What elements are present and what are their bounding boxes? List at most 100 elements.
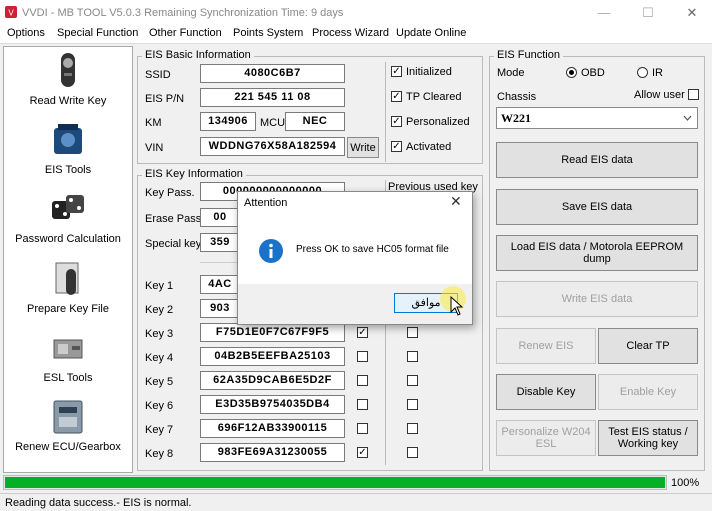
dialog-footer: موافق	[238, 284, 472, 324]
erase-pass-label: Erase Pass.	[145, 213, 205, 225]
special-key-label: Special key	[145, 238, 202, 250]
nav-read-write-key[interactable]: Read Write Key	[4, 51, 132, 119]
key-4-prev-checkbox[interactable]	[407, 351, 418, 362]
key-8-field[interactable]: 983FE69A31230055	[200, 443, 345, 462]
key-7-used-checkbox[interactable]	[357, 423, 368, 434]
ecu-board-icon	[53, 400, 83, 434]
tp-cleared-label: TP Cleared	[406, 91, 462, 103]
nav-renew-ecu-gearbox[interactable]: Renew ECU/Gearbox	[4, 397, 132, 465]
save-eis-button[interactable]: Save EIS data	[496, 189, 698, 225]
mcu-field[interactable]: NEC	[285, 112, 345, 131]
eis-pn-field[interactable]: 221 545 11 08	[200, 88, 345, 107]
load-eis-button[interactable]: Load EIS data / Motorola EEPROM dump	[496, 235, 698, 271]
minimize-button[interactable]: —	[584, 2, 624, 24]
obd-label: OBD	[581, 67, 605, 79]
menu-update-online[interactable]: Update Online	[396, 27, 466, 39]
menu-special-function[interactable]: Special Function	[57, 27, 138, 39]
nav-label: Renew ECU/Gearbox	[15, 441, 121, 453]
key-2-field[interactable]: 903	[200, 299, 240, 318]
personalize-w204-esl-button[interactable]: Personalize W204 ESL	[496, 420, 596, 456]
key-file-icon	[55, 262, 79, 295]
key-4-field[interactable]: 04B2B5EEFBA25103	[200, 347, 345, 366]
menu-points-system[interactable]: Points System	[233, 27, 303, 39]
key-4-label: Key 4	[145, 352, 174, 364]
personalized-label: Personalized	[406, 116, 470, 128]
obd-radio[interactable]	[566, 67, 577, 78]
key-pass-label: Key Pass.	[145, 187, 195, 199]
key-8-used-checkbox[interactable]: ✓	[357, 447, 368, 458]
key-3-used-checkbox[interactable]: ✓	[357, 327, 368, 338]
nav-eis-tools[interactable]: EIS Tools	[4, 120, 132, 188]
close-button[interactable]: ✕	[672, 2, 712, 24]
initialized-checkbox[interactable]: ✓	[391, 66, 402, 77]
special-key-field[interactable]: 359	[200, 233, 240, 252]
chassis-select[interactable]: W221	[496, 107, 698, 129]
personalized-checkbox[interactable]: ✓	[391, 116, 402, 127]
ssid-field[interactable]: 4080C6B7	[200, 64, 345, 83]
key-2-label: Key 2	[145, 304, 174, 316]
ir-radio[interactable]	[637, 67, 648, 78]
key-1-field[interactable]: 4AC	[200, 275, 240, 294]
allow-user-label: Allow user	[634, 89, 685, 101]
svg-text:V: V	[8, 9, 14, 18]
write-vin-button[interactable]: Write	[347, 137, 379, 158]
key-3-prev-checkbox[interactable]	[407, 327, 418, 338]
key-5-used-checkbox[interactable]	[357, 375, 368, 386]
title-bar: V VVDI - MB TOOL V5.0.3 Remaining Synchr…	[0, 0, 712, 26]
read-eis-button[interactable]: Read EIS data	[496, 142, 698, 178]
key-7-field[interactable]: 696F12AB33900115	[200, 419, 345, 438]
nav-password-calculation[interactable]: Password Calculation	[4, 189, 132, 257]
activated-checkbox[interactable]: ✓	[391, 141, 402, 152]
nav-esl-tools[interactable]: ESL Tools	[4, 328, 132, 396]
eis-basic-title: EIS Basic Information	[142, 49, 254, 61]
left-nav-panel: Read Write Key EIS Tools Password Calcul…	[3, 46, 133, 473]
menu-options[interactable]: Options	[7, 27, 45, 39]
key-1-label: Key 1	[145, 280, 174, 292]
progress-bar	[3, 475, 667, 490]
enable-key-button[interactable]: Enable Key	[598, 374, 698, 410]
chevron-down-icon	[683, 115, 692, 121]
activated-label: Activated	[406, 141, 452, 153]
key-5-prev-checkbox[interactable]	[407, 375, 418, 386]
tp-cleared-checkbox[interactable]: ✓	[391, 91, 402, 102]
key-3-field[interactable]: F75D1E0F7C67F9F5	[200, 323, 345, 342]
status-bar: Reading data success.- EIS is normal.	[0, 493, 712, 511]
nav-label: Password Calculation	[15, 233, 121, 245]
key-4-used-checkbox[interactable]	[357, 351, 368, 362]
key-6-used-checkbox[interactable]	[357, 399, 368, 410]
km-field[interactable]: 134906	[200, 112, 256, 131]
initialized-label: Initialized	[406, 66, 452, 78]
write-eis-button[interactable]: Write EIS data	[496, 281, 698, 317]
menu-process-wizard[interactable]: Process Wizard	[312, 27, 389, 39]
esl-lock-icon	[53, 339, 83, 359]
key-3-label: Key 3	[145, 328, 174, 340]
mode-label: Mode	[497, 67, 525, 79]
dialog-title: Attention	[244, 197, 288, 209]
test-eis-status-button[interactable]: Test EIS status / Working key	[598, 420, 698, 456]
nav-label: Prepare Key File	[27, 303, 109, 315]
maximize-button[interactable]: ☐	[628, 2, 668, 24]
menu-other-function[interactable]: Other Function	[149, 27, 222, 39]
mcu-label: MCU	[260, 117, 286, 129]
car-key-icon	[61, 53, 75, 87]
dialog-body: Press OK to save HC05 format file	[238, 216, 472, 280]
key-7-prev-checkbox[interactable]	[407, 423, 418, 434]
erase-pass-field[interactable]: 00	[200, 208, 240, 227]
key-6-field[interactable]: E3D35B9754035DB4	[200, 395, 345, 414]
key-6-prev-checkbox[interactable]	[407, 399, 418, 410]
nav-prepare-key-file[interactable]: Prepare Key File	[4, 259, 132, 327]
key-8-prev-checkbox[interactable]	[407, 447, 418, 458]
disable-key-button[interactable]: Disable Key	[496, 374, 596, 410]
km-label: KM	[145, 117, 162, 129]
vin-field[interactable]: WDDNG76X58A182594	[200, 137, 345, 156]
key-8-label: Key 8	[145, 448, 174, 460]
allow-user-checkbox[interactable]	[688, 89, 699, 100]
clear-tp-button[interactable]: Clear TP	[598, 328, 698, 364]
dialog-close-button[interactable]: ✕	[450, 193, 462, 210]
dialog-message: Press OK to save HC05 format file	[296, 244, 449, 255]
window-title: VVDI - MB TOOL V5.0.3 Remaining Synchron…	[22, 7, 344, 19]
mouse-cursor-icon	[450, 296, 464, 316]
key-5-field[interactable]: 62A35D9CAB6E5D2F	[200, 371, 345, 390]
info-icon	[259, 239, 283, 263]
renew-eis-button[interactable]: Renew EIS	[496, 328, 596, 364]
